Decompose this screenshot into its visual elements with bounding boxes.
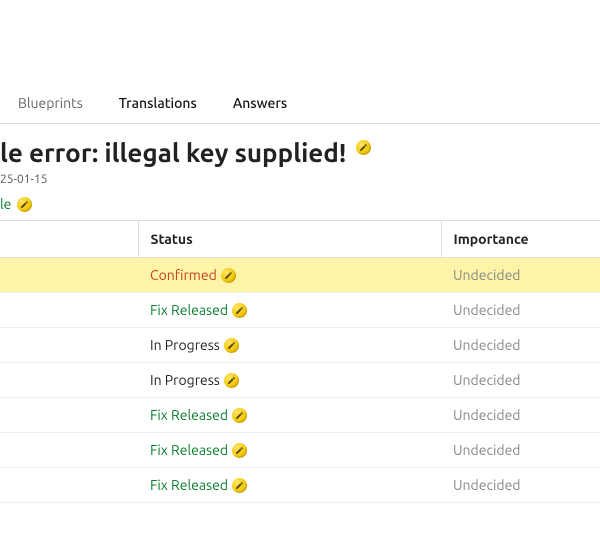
edit-status-icon[interactable]: [221, 268, 236, 283]
edit-status-icon[interactable]: [232, 303, 247, 318]
table-row: In Progress Undecided: [0, 363, 600, 398]
status-value[interactable]: Fix Released: [150, 442, 247, 458]
tab-translations[interactable]: Translations: [101, 85, 215, 123]
row-leading-cell: [0, 398, 138, 433]
status-value[interactable]: Fix Released: [150, 477, 247, 493]
row-leading-cell: [0, 468, 138, 503]
status-label: In Progress: [150, 337, 220, 353]
affects-link-label: le: [0, 196, 11, 212]
tab-blueprints[interactable]: Blueprints: [0, 85, 101, 123]
table-row: Fix Released Undecided: [0, 433, 600, 468]
tab-answers[interactable]: Answers: [215, 85, 305, 123]
status-value[interactable]: In Progress: [150, 337, 239, 353]
status-cell: Fix Released: [138, 398, 441, 433]
status-value[interactable]: Fix Released: [150, 407, 247, 423]
row-leading-cell: [0, 258, 138, 293]
status-cell: Confirmed: [138, 258, 441, 293]
importance-cell[interactable]: Undecided: [441, 363, 600, 398]
tab-bar: Blueprints Translations Answers: [0, 85, 600, 124]
edit-status-icon[interactable]: [224, 338, 239, 353]
status-label: In Progress: [150, 372, 220, 388]
edit-status-icon[interactable]: [232, 478, 247, 493]
status-label: Fix Released: [150, 302, 228, 318]
status-label: Fix Released: [150, 442, 228, 458]
row-leading-cell: [0, 363, 138, 398]
status-label: Fix Released: [150, 407, 228, 423]
importance-cell[interactable]: Undecided: [441, 433, 600, 468]
table-row: Fix Released Undecided: [0, 293, 600, 328]
importance-cell[interactable]: Undecided: [441, 258, 600, 293]
importance-cell[interactable]: Undecided: [441, 468, 600, 503]
row-leading-cell: [0, 293, 138, 328]
page-title: le error: illegal key supplied!: [0, 124, 346, 171]
status-label: Confirmed: [150, 267, 217, 283]
status-label: Fix Released: [150, 477, 228, 493]
edit-status-icon[interactable]: [232, 408, 247, 423]
status-cell: Fix Released: [138, 468, 441, 503]
status-cell: Fix Released: [138, 293, 441, 328]
edit-status-icon[interactable]: [224, 373, 239, 388]
importance-cell[interactable]: Undecided: [441, 328, 600, 363]
importance-cell[interactable]: Undecided: [441, 293, 600, 328]
table-row: Confirmed Undecided: [0, 258, 600, 293]
column-header-status: Status: [138, 221, 441, 258]
importance-cell[interactable]: Undecided: [441, 398, 600, 433]
column-header-blank: [0, 221, 138, 258]
bug-tasks-table: Status Importance ConfirmedUndecidedFix …: [0, 220, 600, 503]
table-row: Fix Released Undecided: [0, 468, 600, 503]
row-leading-cell: [0, 433, 138, 468]
column-header-importance: Importance: [441, 221, 600, 258]
affects-link[interactable]: le: [0, 196, 32, 220]
reported-date: 25-01-15: [0, 171, 600, 196]
edit-affects-icon[interactable]: [17, 197, 32, 212]
row-leading-cell: [0, 328, 138, 363]
status-cell: Fix Released: [138, 433, 441, 468]
status-cell: In Progress: [138, 328, 441, 363]
status-cell: In Progress: [138, 363, 441, 398]
status-value[interactable]: Fix Released: [150, 302, 247, 318]
status-value[interactable]: In Progress: [150, 372, 239, 388]
edit-title-icon[interactable]: [356, 140, 371, 155]
table-row: In Progress Undecided: [0, 328, 600, 363]
status-value[interactable]: Confirmed: [150, 267, 236, 283]
table-row: Fix Released Undecided: [0, 398, 600, 433]
edit-status-icon[interactable]: [232, 443, 247, 458]
